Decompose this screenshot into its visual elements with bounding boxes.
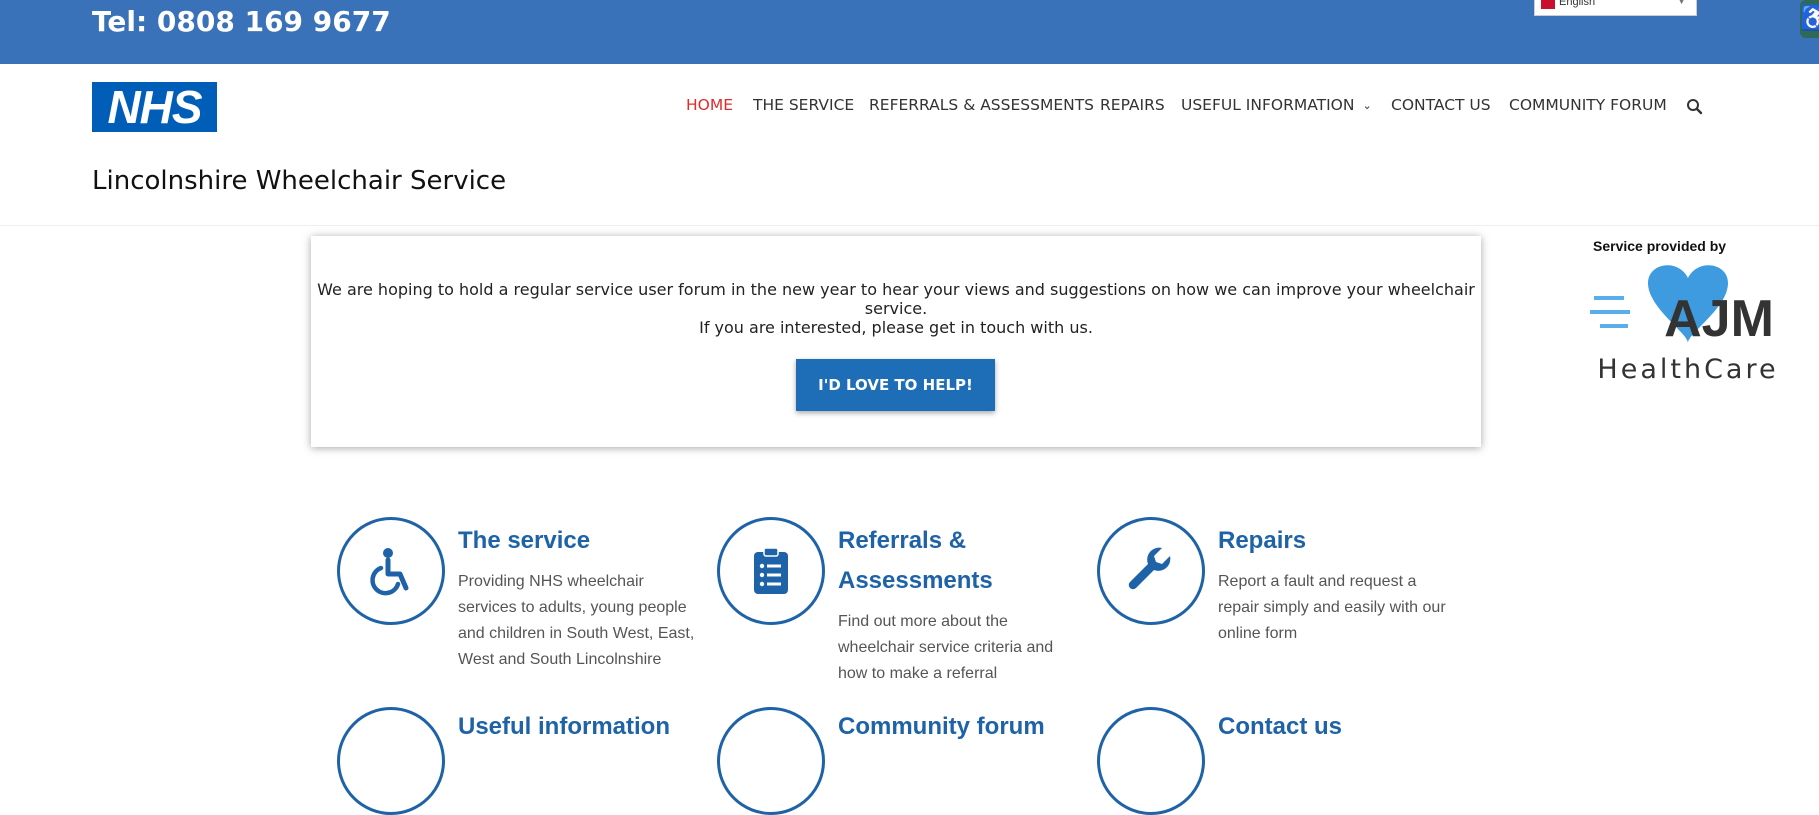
feature-contact-us[interactable]: Contact us [1097, 707, 1457, 815]
feature-title[interactable]: Useful information [458, 707, 670, 747]
nav-item-repairs[interactable]: REPAIRS [1100, 96, 1165, 114]
feature-desc-line: Providing NHS wheelchair [458, 573, 644, 590]
feature-desc-line: Find out more about the [838, 613, 1008, 630]
forum-icon [717, 707, 825, 815]
nav-item-home[interactable]: HOME [686, 96, 733, 114]
feature-title[interactable]: Community forum [838, 707, 1045, 747]
feature-description: Find out more about the wheelchair servi… [838, 609, 1078, 687]
nav-item-label: USEFUL INFORMATION [1181, 96, 1355, 114]
language-select[interactable]: English ▼ [1534, 0, 1697, 16]
feature-desc-line: Report a fault and request a [1218, 573, 1417, 590]
feature-title[interactable]: Repairs [1218, 521, 1306, 561]
feature-title-line: Referrals & [838, 527, 967, 554]
nav-item-useful-information[interactable]: USEFUL INFORMATION ⌄ [1181, 96, 1372, 114]
nhs-logo[interactable]: NHS [92, 82, 217, 132]
feature-desc-line: how to make a referral [838, 665, 998, 682]
search-icon[interactable] [1686, 98, 1704, 116]
chevron-down-icon: ▼ [1677, 0, 1686, 6]
feature-community-forum[interactable]: Community forum [717, 707, 1077, 815]
accessibility-icon[interactable]: ♿ [1800, 0, 1819, 38]
feature-title-line: Assessments [838, 567, 993, 594]
chevron-down-icon: ⌄ [1362, 99, 1372, 112]
feature-icon-circle [1097, 517, 1205, 625]
top-bar: Tel: 0808 169 9677 English ▼ ♿ [0, 0, 1819, 64]
feature-icon-circle [717, 517, 825, 625]
feature-useful-information[interactable]: Useful information [337, 707, 697, 815]
nav-item-the-service[interactable]: THE SERVICE [753, 96, 854, 114]
ajm-logo-subtext: HealthCare [1597, 354, 1778, 383]
notice-subtext: If you are interested, please get in tou… [699, 318, 1093, 337]
feature-title[interactable]: Contact us [1218, 707, 1342, 747]
uk-flag-icon [1541, 0, 1555, 9]
feature-desc-line: and children in South West, East, [458, 625, 695, 642]
feature-title[interactable]: Referrals & Assessments [838, 521, 993, 601]
header-divider [0, 225, 1819, 226]
nav-item-referrals[interactable]: REFERRALS & ASSESSMENTS [869, 96, 1094, 114]
site-title: Lincolnshire Wheelchair Service [92, 166, 507, 196]
ajm-logo-text: AJM [1664, 290, 1774, 348]
language-label: English [1559, 0, 1596, 8]
phone-number[interactable]: Tel: 0808 169 9677 [92, 2, 391, 42]
provider-label: Service provided by [1593, 238, 1727, 254]
feature-icon-circle [337, 517, 445, 625]
feature-desc-line: wheelchair service criteria and [838, 639, 1054, 656]
clipboard-icon [754, 547, 788, 594]
feature-description: Providing NHS wheelchair services to adu… [458, 569, 698, 673]
feature-desc-line: services to adults, young people [458, 599, 687, 616]
notice-box: We are hoping to hold a regular service … [311, 236, 1481, 447]
feature-referrals[interactable]: Referrals & Assessments Find out more ab… [717, 517, 1077, 687]
ajm-healthcare-logo[interactable]: AJM HealthCare [1588, 258, 1788, 383]
feature-desc-line: online form [1218, 625, 1298, 642]
feature-desc-line: repair simply and easily with our [1218, 599, 1446, 616]
feature-the-service[interactable]: The service Providing NHS wheelchair ser… [337, 517, 697, 687]
feature-repairs[interactable]: Repairs Report a fault and request a rep… [1097, 517, 1457, 687]
notice-text: We are hoping to hold a regular service … [317, 280, 1475, 318]
feature-title[interactable]: The service [458, 521, 590, 561]
wrench-icon [1128, 547, 1171, 590]
nav-item-community-forum[interactable]: COMMUNITY FORUM [1509, 96, 1667, 114]
wheelchair-icon [370, 548, 409, 596]
info-icon [337, 707, 445, 815]
feature-desc-line: West and South Lincolnshire [458, 651, 662, 668]
contact-icon [1097, 707, 1205, 815]
feature-description: Report a fault and request a repair simp… [1218, 569, 1458, 647]
nav-item-contact-us[interactable]: CONTACT US [1391, 96, 1491, 114]
help-button[interactable]: I'D LOVE TO HELP! [796, 359, 995, 411]
